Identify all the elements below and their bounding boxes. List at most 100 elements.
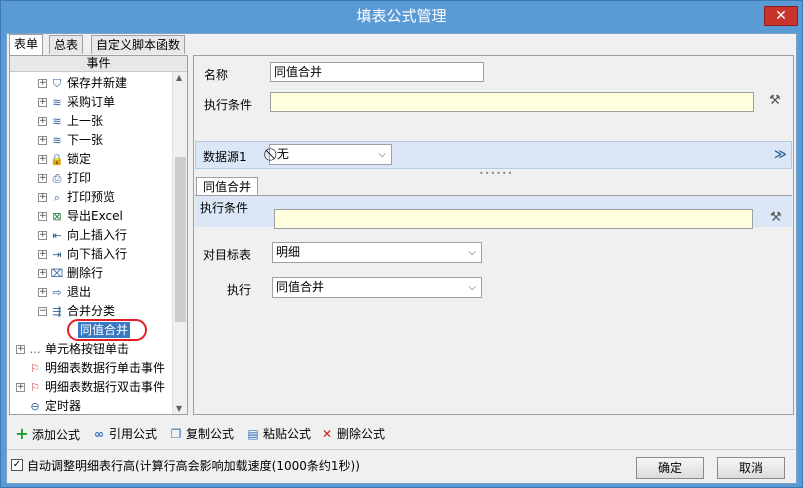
timer-icon: ⊖ <box>30 400 40 413</box>
tree-item-insert-above[interactable]: + ⇤ 向上插入行 <box>38 226 127 245</box>
datasource-value: 无 <box>276 147 289 161</box>
scroll-up-icon[interactable]: ▲ <box>176 73 182 82</box>
exec-value: 同值合并 <box>276 280 325 294</box>
stack-icon: ≋ <box>52 115 62 128</box>
tree-item-export-excel[interactable]: + ⊠ 导出Excel <box>38 207 123 226</box>
tree-item-cell-button-click[interactable]: +… 单元格按钮单击 <box>16 340 129 359</box>
dialog-footer: ✓ 自动调整明细表行高(计算行高会影响加载速度(1000条约1秒)) 确定 取消 <box>7 449 796 483</box>
expand-toggle[interactable]: + <box>38 174 47 183</box>
tree-item-detail-row-dblclick[interactable]: + ⚐ 明细表数据行双击事件 <box>16 378 165 397</box>
delete-icon: ✕ <box>321 427 333 441</box>
scroll-thumb[interactable] <box>175 157 186 322</box>
formula-editor: 名称 同值合并 执行条件 ⚒ 数据源1 ⃠ 无 ⌵ ≫ •••••• 同值合并 … <box>193 55 794 415</box>
magic-wand-icon[interactable]: ⚒ <box>769 93 781 108</box>
name-input[interactable]: 同值合并 <box>270 62 484 82</box>
expand-toggle[interactable]: + <box>38 79 47 88</box>
exec-label: 执行 <box>227 283 252 297</box>
close-button[interactable]: ✕ <box>764 6 798 26</box>
tab-custom-script[interactable]: 自定义脚本函数 <box>91 35 186 54</box>
cancel-button[interactable]: 取消 <box>717 457 785 479</box>
flag-icon: ⚐ <box>30 362 40 375</box>
print-preview-icon: ⌕ <box>53 191 61 204</box>
reference-formula-button[interactable]: ∞ 引用公式 <box>92 424 157 444</box>
paste-formula-button[interactable]: ▤ 粘贴公式 <box>246 424 311 444</box>
tree-item-next[interactable]: + ≋ 下一张 <box>38 131 103 150</box>
scroll-down-icon[interactable]: ▼ <box>176 404 182 413</box>
collapse-icon[interactable]: ≫ <box>774 147 787 161</box>
tree-item-detail-row-click[interactable]: +⚐明细表数据行单击事件 <box>16 359 165 378</box>
link-icon: ∞ <box>94 427 104 441</box>
tree-item-delete-row[interactable]: + ⌧ 删除行 <box>38 264 103 283</box>
tree-item-lock[interactable]: + 🔒 锁定 <box>38 150 91 169</box>
exit-icon: ⇨ <box>52 286 62 299</box>
expand-toggle[interactable]: + <box>38 155 47 164</box>
excel-icon: ⊠ <box>52 210 62 223</box>
splitter-handle[interactable]: •••••• <box>479 169 513 178</box>
tab-summary[interactable]: 总表 <box>49 35 84 54</box>
tree-item-purchase-order[interactable]: + ≋ 采购订单 <box>38 93 115 112</box>
collapse-toggle[interactable]: − <box>38 307 47 316</box>
expand-toggle[interactable]: + <box>38 269 47 278</box>
copy-icon: ❐ <box>170 427 182 441</box>
auto-height-label: 自动调整明细表行高(计算行高会影响加载速度(1000条约1秒)) <box>27 459 360 473</box>
window-title: 填表公式管理 <box>356 7 447 25</box>
expand-toggle[interactable]: + <box>38 212 47 221</box>
printer-icon: ⎙ <box>52 172 62 185</box>
exec-select[interactable]: 同值合并 ⌵ <box>272 277 482 298</box>
tab-form[interactable]: 表单 <box>9 34 44 55</box>
tree-scrollbar[interactable]: ▲ ▼ <box>172 72 187 414</box>
main-tabs: 表单 总表 自定义脚本函数 <box>7 34 796 55</box>
expand-toggle[interactable]: + <box>38 288 47 297</box>
dialog-body: 表单 总表 自定义脚本函数 事件 + ⛉ 保存并新建 + ≋ 采购订单 + ≋ 上一张 + ≋… <box>6 33 797 484</box>
subtab-content: 执行条件 ⚒ 对目标表 明细 ⌵ 执行 同值合并 ⌵ <box>195 195 792 413</box>
tree-item-save-new[interactable]: + ⛉ 保存并新建 <box>38 74 127 93</box>
copy-formula-button[interactable]: ❐ 复制公式 <box>169 424 234 444</box>
expand-toggle[interactable]: + <box>38 117 47 126</box>
add-icon: + <box>15 424 29 443</box>
condition-input[interactable] <box>270 92 754 112</box>
tree-header: 事件 <box>10 56 187 72</box>
chevron-down-icon: ⌵ <box>468 282 476 293</box>
expand-toggle[interactable]: + <box>16 345 25 354</box>
expand-toggle[interactable]: + <box>38 193 47 202</box>
annotation-highlight-ring <box>67 319 147 341</box>
tree-item-previous[interactable]: + ≋ 上一张 <box>38 112 103 131</box>
datasource-select[interactable]: ⃠ 无 ⌵ <box>269 144 392 165</box>
auto-height-checkbox[interactable]: ✓ <box>11 459 23 471</box>
subtab-same-value-merge[interactable]: 同值合并 <box>196 177 259 196</box>
tree-item-timer[interactable]: +⊖定时器 <box>16 397 81 416</box>
shield-icon: ⛉ <box>52 77 62 90</box>
target-table-select[interactable]: 明细 ⌵ <box>272 242 482 263</box>
datasource-band: 数据源1 ⃠ 无 ⌵ ≫ <box>195 141 792 169</box>
chevron-down-icon: ⌵ <box>468 247 476 258</box>
expand-toggle[interactable]: + <box>38 250 47 259</box>
sub-condition-input[interactable] <box>274 209 753 229</box>
delete-formula-button[interactable]: ✕ 删除公式 <box>320 424 385 444</box>
tree-item-print-preview[interactable]: + ⌕ 打印预览 <box>38 188 115 207</box>
expand-toggle[interactable]: + <box>38 98 47 107</box>
sub-condition-label: 执行条件 <box>200 201 249 215</box>
chevron-down-icon: ⌵ <box>378 149 386 160</box>
expand-toggle[interactable]: + <box>38 136 47 145</box>
ok-button[interactable]: 确定 <box>636 457 704 479</box>
paste-icon: ▤ <box>247 427 259 441</box>
stack-icon: ≋ <box>52 134 62 147</box>
tree-item-print[interactable]: + ⎙ 打印 <box>38 169 91 188</box>
condition-label: 执行条件 <box>204 98 253 112</box>
name-label: 名称 <box>204 68 229 82</box>
magic-wand-icon[interactable]: ⚒ <box>770 210 782 225</box>
lock-icon: 🔒 <box>50 153 64 166</box>
datasource-label: 数据源1 <box>203 150 247 164</box>
add-formula-button[interactable]: + 添加公式 <box>15 424 80 444</box>
expand-toggle[interactable]: + <box>16 383 25 392</box>
insert-below-icon: ⇥ <box>52 248 62 261</box>
stack-icon: ≋ <box>52 96 62 109</box>
title-bar: 填表公式管理 <box>1 1 802 31</box>
expand-toggle[interactable]: + <box>38 231 47 240</box>
delete-row-icon: ⌧ <box>50 267 64 280</box>
insert-above-icon: ⇤ <box>52 229 62 242</box>
target-table-label: 对目标表 <box>203 248 252 262</box>
tree-item-insert-below[interactable]: + ⇥ 向下插入行 <box>38 245 127 264</box>
tree-item-exit[interactable]: + ⇨ 退出 <box>38 283 91 302</box>
merge-icon: ⇶ <box>52 305 62 318</box>
